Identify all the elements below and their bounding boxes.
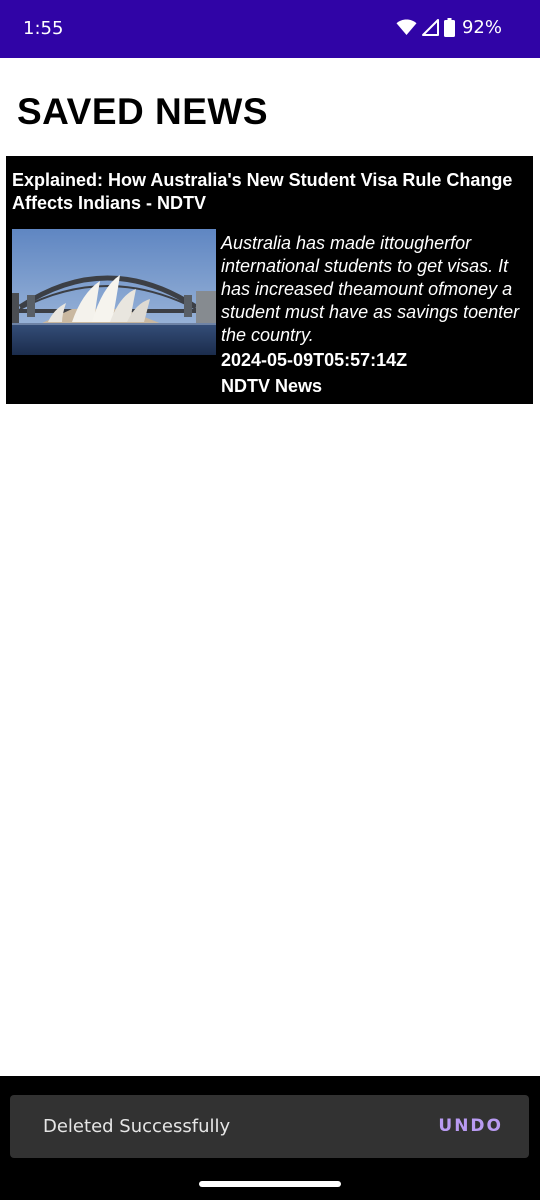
snackbar: Deleted Successfully UNDO xyxy=(10,1095,529,1158)
battery-icon xyxy=(443,18,455,37)
news-article-date: 2024-05-09T05:57:14Z xyxy=(221,350,408,370)
status-time: 1:55 xyxy=(23,18,64,39)
news-article-thumbnail xyxy=(12,229,216,355)
status-icons: 92% xyxy=(396,17,502,38)
news-article-source: NDTV News xyxy=(221,376,323,396)
cellular-signal-icon xyxy=(421,19,439,36)
status-bar: 1:55 92% xyxy=(0,0,540,58)
snackbar-message: Deleted Successfully xyxy=(43,1116,231,1137)
battery-percentage: 92% xyxy=(461,17,502,38)
news-article-title: Explained: How Australia's New Student V… xyxy=(12,170,513,213)
page-title: SAVED NEWS xyxy=(17,91,269,132)
news-article-card[interactable]: Explained: How Australia's New Student V… xyxy=(6,156,533,404)
wifi-icon xyxy=(396,19,417,36)
home-indicator[interactable] xyxy=(199,1181,341,1187)
undo-button[interactable]: UNDO xyxy=(438,1116,503,1136)
news-article-description: Australia has made ittougherfor internat… xyxy=(221,233,520,345)
